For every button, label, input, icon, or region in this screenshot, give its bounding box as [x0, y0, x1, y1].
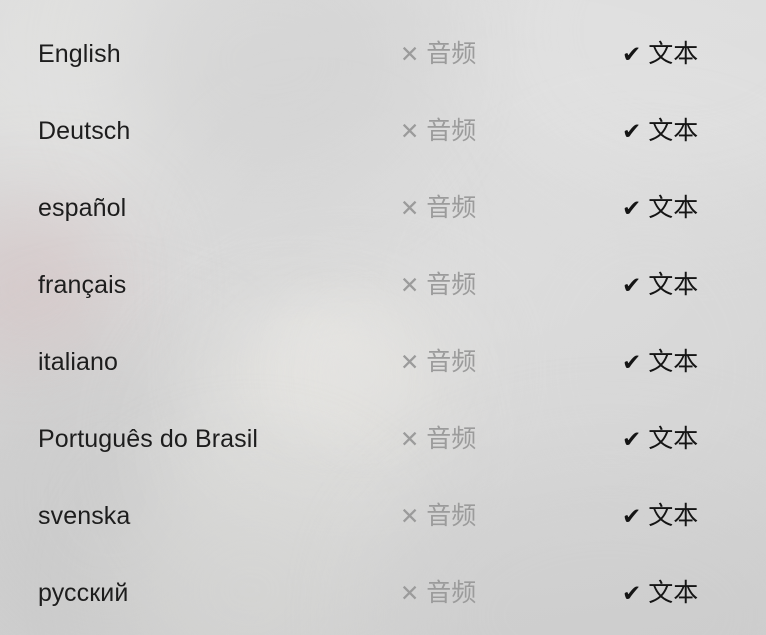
audio-availability: ✕ 音频 [400, 119, 476, 144]
check-icon: ✔ [622, 580, 642, 606]
cross-icon: ✕ [400, 41, 420, 67]
text-label: 文本 [648, 502, 699, 530]
audio-label: 音频 [426, 348, 477, 376]
text-availability: ✔ 文本 [622, 119, 698, 144]
audio-label: 音频 [426, 117, 477, 145]
audio-availability: ✕ 音频 [400, 273, 476, 298]
language-name[interactable]: español [38, 196, 126, 221]
text-availability: ✔ 文本 [622, 350, 698, 375]
list-item[interactable]: français ✕ 音频 ✔ 文本 [0, 247, 766, 324]
text-availability: ✔ 文本 [622, 581, 698, 606]
audio-label: 音频 [426, 502, 477, 530]
cross-icon: ✕ [400, 349, 420, 375]
text-label: 文本 [648, 271, 699, 299]
list-item[interactable]: English ✕ 音频 ✔ 文本 [0, 16, 766, 93]
check-icon: ✔ [622, 41, 642, 67]
list-item[interactable]: русский ✕ 音频 ✔ 文本 [0, 555, 766, 632]
language-list: English ✕ 音频 ✔ 文本 Deutsch ✕ 音频 ✔ 文本 espa… [0, 0, 766, 635]
language-name[interactable]: français [38, 273, 126, 298]
cross-icon: ✕ [400, 195, 420, 221]
check-icon: ✔ [622, 272, 642, 298]
audio-label: 音频 [426, 271, 477, 299]
text-label: 文本 [648, 40, 699, 68]
audio-availability: ✕ 音频 [400, 427, 476, 452]
language-name[interactable]: svenska [38, 504, 130, 529]
text-availability: ✔ 文本 [622, 273, 698, 298]
language-name[interactable]: italiano [38, 350, 118, 375]
list-item[interactable]: svenska ✕ 音频 ✔ 文本 [0, 478, 766, 555]
audio-label: 音频 [426, 40, 477, 68]
cross-icon: ✕ [400, 118, 420, 144]
language-name[interactable]: русский [38, 581, 128, 606]
language-name[interactable]: Português do Brasil [38, 427, 258, 452]
check-icon: ✔ [622, 349, 642, 375]
text-label: 文本 [648, 117, 699, 145]
audio-availability: ✕ 音频 [400, 581, 476, 606]
list-item[interactable]: italiano ✕ 音频 ✔ 文本 [0, 324, 766, 401]
language-selection-screen: English ✕ 音频 ✔ 文本 Deutsch ✕ 音频 ✔ 文本 espa… [0, 0, 766, 635]
check-icon: ✔ [622, 195, 642, 221]
check-icon: ✔ [622, 118, 642, 144]
audio-availability: ✕ 音频 [400, 196, 476, 221]
audio-label: 音频 [426, 194, 477, 222]
text-availability: ✔ 文本 [622, 504, 698, 529]
text-label: 文本 [648, 579, 699, 607]
audio-availability: ✕ 音频 [400, 350, 476, 375]
audio-label: 音频 [426, 425, 477, 453]
cross-icon: ✕ [400, 580, 420, 606]
text-availability: ✔ 文本 [622, 196, 698, 221]
language-name[interactable]: English [38, 42, 121, 67]
text-label: 文本 [648, 194, 699, 222]
text-availability: ✔ 文本 [622, 427, 698, 452]
check-icon: ✔ [622, 503, 642, 529]
cross-icon: ✕ [400, 503, 420, 529]
cross-icon: ✕ [400, 272, 420, 298]
list-item[interactable]: español ✕ 音频 ✔ 文本 [0, 170, 766, 247]
text-label: 文本 [648, 348, 699, 376]
list-item[interactable]: Português do Brasil ✕ 音频 ✔ 文本 [0, 401, 766, 478]
text-availability: ✔ 文本 [622, 42, 698, 67]
audio-availability: ✕ 音频 [400, 42, 476, 67]
audio-label: 音频 [426, 579, 477, 607]
check-icon: ✔ [622, 426, 642, 452]
text-label: 文本 [648, 425, 699, 453]
audio-availability: ✕ 音频 [400, 504, 476, 529]
language-name[interactable]: Deutsch [38, 119, 130, 144]
cross-icon: ✕ [400, 426, 420, 452]
list-item[interactable]: Deutsch ✕ 音频 ✔ 文本 [0, 93, 766, 170]
